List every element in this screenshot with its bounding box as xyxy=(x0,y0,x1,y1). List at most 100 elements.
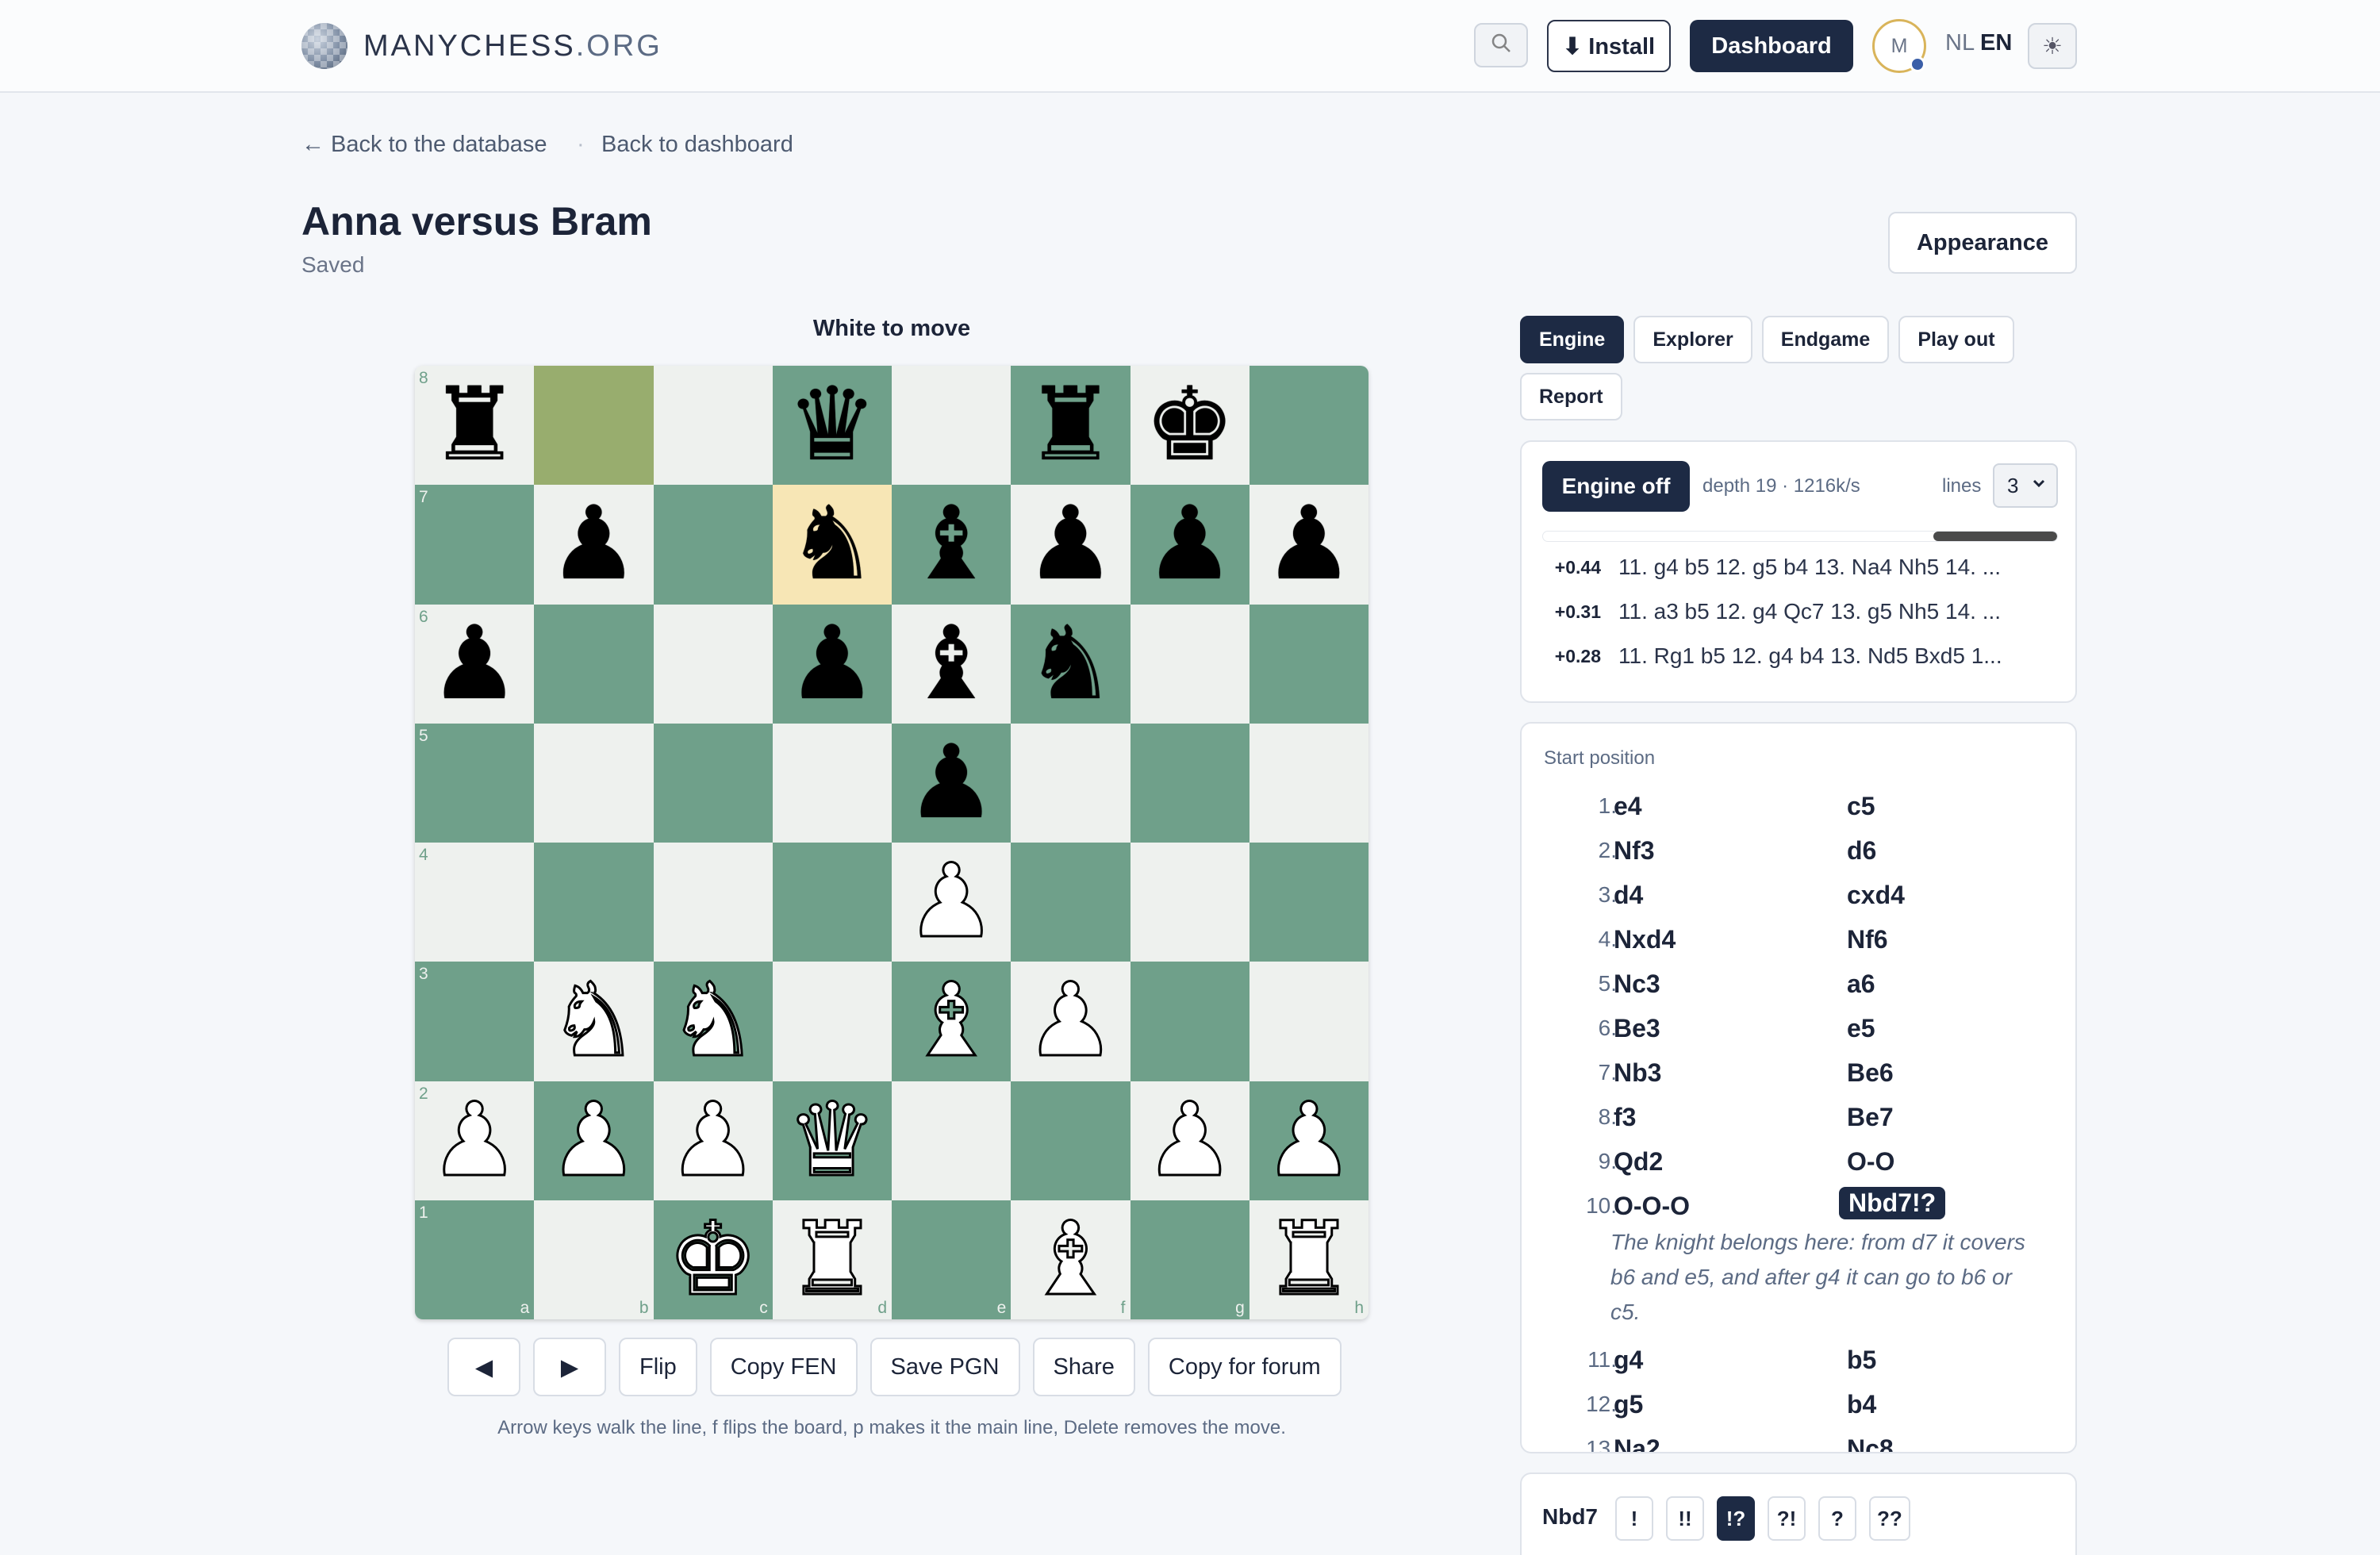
nag-button[interactable]: !? xyxy=(1717,1496,1755,1541)
square-g8[interactable]: ♚ xyxy=(1130,366,1250,486)
square-d8[interactable]: ♛ xyxy=(772,366,892,486)
white-move[interactable]: Qd2 xyxy=(1614,1147,1663,1177)
square-g1[interactable]: g xyxy=(1130,1200,1250,1319)
nag-button[interactable]: ! xyxy=(1615,1496,1653,1541)
square-f1[interactable]: f ♝ xyxy=(1011,1200,1130,1319)
black-move[interactable]: Nf6 xyxy=(1847,925,1888,954)
flip-board-button[interactable]: Flip xyxy=(619,1338,697,1396)
black-pawn-icon[interactable]: ♟ xyxy=(1025,493,1116,595)
white-pawn-icon[interactable]: ♟ xyxy=(666,1088,760,1192)
white-bishop-icon[interactable]: ♝ xyxy=(1024,1208,1118,1311)
square-b6[interactable] xyxy=(534,604,654,724)
white-pawn-icon[interactable]: ♟ xyxy=(1262,1088,1356,1192)
square-a8[interactable]: 8 ♜ xyxy=(415,366,535,486)
white-move[interactable]: d4 xyxy=(1614,881,1643,910)
square-d3[interactable] xyxy=(772,962,892,1081)
tab-explorer[interactable]: Explorer xyxy=(1633,316,1752,363)
square-a6[interactable]: 6 ♟ xyxy=(415,604,535,724)
black-rook-icon[interactable]: ♜ xyxy=(1025,374,1116,476)
white-move[interactable]: g5 xyxy=(1614,1390,1643,1419)
back-to-database-link[interactable]: ← Back to the database xyxy=(301,132,547,158)
nag-button[interactable]: ?? xyxy=(1869,1496,1910,1541)
square-g5[interactable] xyxy=(1130,723,1250,843)
white-pawn-icon[interactable]: ♟ xyxy=(904,850,998,954)
move-comment[interactable]: The knight belongs here: from d7 it cove… xyxy=(1610,1225,2044,1330)
white-move[interactable]: Nb3 xyxy=(1614,1058,1661,1088)
square-c1[interactable]: c ♚ xyxy=(653,1200,773,1319)
square-c4[interactable] xyxy=(653,843,773,962)
white-move[interactable]: Nf3 xyxy=(1614,836,1655,866)
black-pawn-icon[interactable]: ♟ xyxy=(906,731,997,834)
white-bishop-icon[interactable]: ♝ xyxy=(904,969,998,1073)
square-a4[interactable]: 4 xyxy=(415,843,535,962)
square-c3[interactable]: ♞ xyxy=(653,962,773,1081)
search-button[interactable] xyxy=(1474,23,1528,67)
white-pawn-icon[interactable]: ♟ xyxy=(1143,1088,1237,1192)
engine-line[interactable]: +0.31 11. a3 b5 12. g4 Qc7 13. g5 Nh5 14.… xyxy=(1542,599,2058,624)
white-rook-icon[interactable]: ♜ xyxy=(785,1208,879,1311)
black-move[interactable]: e5 xyxy=(1847,1014,1875,1043)
user-avatar[interactable]: M xyxy=(1872,19,1926,73)
white-knight-icon[interactable]: ♞ xyxy=(547,969,641,1073)
theme-toggle-button[interactable]: ☀ xyxy=(2028,23,2077,69)
square-f2[interactable] xyxy=(1011,1081,1130,1200)
square-b2[interactable]: ♟ xyxy=(534,1081,654,1200)
white-move[interactable]: e4 xyxy=(1614,792,1642,821)
white-rook-icon[interactable]: ♜ xyxy=(1262,1208,1356,1311)
square-h8[interactable] xyxy=(1249,366,1368,486)
black-queen-icon[interactable]: ♛ xyxy=(787,374,878,476)
black-king-icon[interactable]: ♚ xyxy=(1144,374,1235,476)
square-h7[interactable]: ♟ xyxy=(1249,485,1368,605)
square-f6[interactable]: ♞ xyxy=(1011,604,1130,724)
square-e6[interactable]: ♝ xyxy=(892,604,1012,724)
black-move[interactable]: b4 xyxy=(1847,1390,1876,1419)
white-knight-icon[interactable]: ♞ xyxy=(666,969,760,1073)
share-button[interactable]: Share xyxy=(1032,1338,1135,1396)
appearance-button[interactable]: Appearance xyxy=(1888,212,2077,274)
square-e2[interactable] xyxy=(892,1081,1012,1200)
tab-report[interactable]: Report xyxy=(1520,373,1622,420)
tab-engine[interactable]: Engine xyxy=(1520,316,1625,363)
square-c7[interactable] xyxy=(653,485,773,605)
black-move[interactable]: a6 xyxy=(1847,969,1875,999)
square-g2[interactable]: ♟ xyxy=(1130,1081,1250,1200)
white-move[interactable]: Be3 xyxy=(1614,1014,1660,1043)
white-move[interactable]: O-O-O xyxy=(1614,1192,1690,1221)
square-b1[interactable]: b xyxy=(534,1200,654,1319)
square-f8[interactable]: ♜ xyxy=(1011,366,1130,486)
white-move[interactable]: f3 xyxy=(1614,1103,1636,1132)
copy-fen-button[interactable]: Copy FEN xyxy=(709,1338,858,1396)
square-d1[interactable]: d ♜ xyxy=(772,1200,892,1319)
square-g3[interactable] xyxy=(1130,962,1250,1081)
nag-button[interactable]: !! xyxy=(1666,1496,1704,1541)
square-a5[interactable]: 5 xyxy=(415,723,535,843)
square-a7[interactable]: 7 xyxy=(415,485,535,605)
black-pawn-icon[interactable]: ♟ xyxy=(548,493,639,595)
square-h2[interactable]: ♟ xyxy=(1249,1081,1368,1200)
square-h4[interactable] xyxy=(1249,843,1368,962)
square-e8[interactable] xyxy=(892,366,1012,486)
tab-endgame[interactable]: Endgame xyxy=(1761,316,1890,363)
square-f4[interactable] xyxy=(1011,843,1130,962)
black-bishop-icon[interactable]: ♝ xyxy=(906,493,997,595)
engine-toggle-button[interactable]: Engine off xyxy=(1542,461,1690,512)
language-nl[interactable]: NL xyxy=(1945,30,1975,56)
square-e7[interactable]: ♝ xyxy=(892,485,1012,605)
square-c5[interactable] xyxy=(653,723,773,843)
black-move[interactable]: Be7 xyxy=(1847,1103,1894,1132)
white-move[interactable]: g4 xyxy=(1614,1346,1643,1375)
square-g6[interactable] xyxy=(1130,604,1250,724)
square-b4[interactable] xyxy=(534,843,654,962)
square-h6[interactable] xyxy=(1249,604,1368,724)
square-b3[interactable]: ♞ xyxy=(534,962,654,1081)
nag-button[interactable]: ? xyxy=(1818,1496,1856,1541)
previous-move-button[interactable]: ◀ xyxy=(447,1338,520,1396)
save-pgn-button[interactable]: Save PGN xyxy=(869,1338,1020,1396)
copy-for-forum-button[interactable]: Copy for forum xyxy=(1147,1338,1342,1396)
square-e3[interactable]: ♝ xyxy=(892,962,1012,1081)
square-a2[interactable]: 2 ♟ xyxy=(415,1081,535,1200)
install-button[interactable]: ⬇ Install xyxy=(1547,20,1671,72)
black-knight-icon[interactable]: ♞ xyxy=(787,493,878,595)
square-a1[interactable]: 1a xyxy=(415,1200,535,1319)
square-a3[interactable]: 3 xyxy=(415,962,535,1081)
